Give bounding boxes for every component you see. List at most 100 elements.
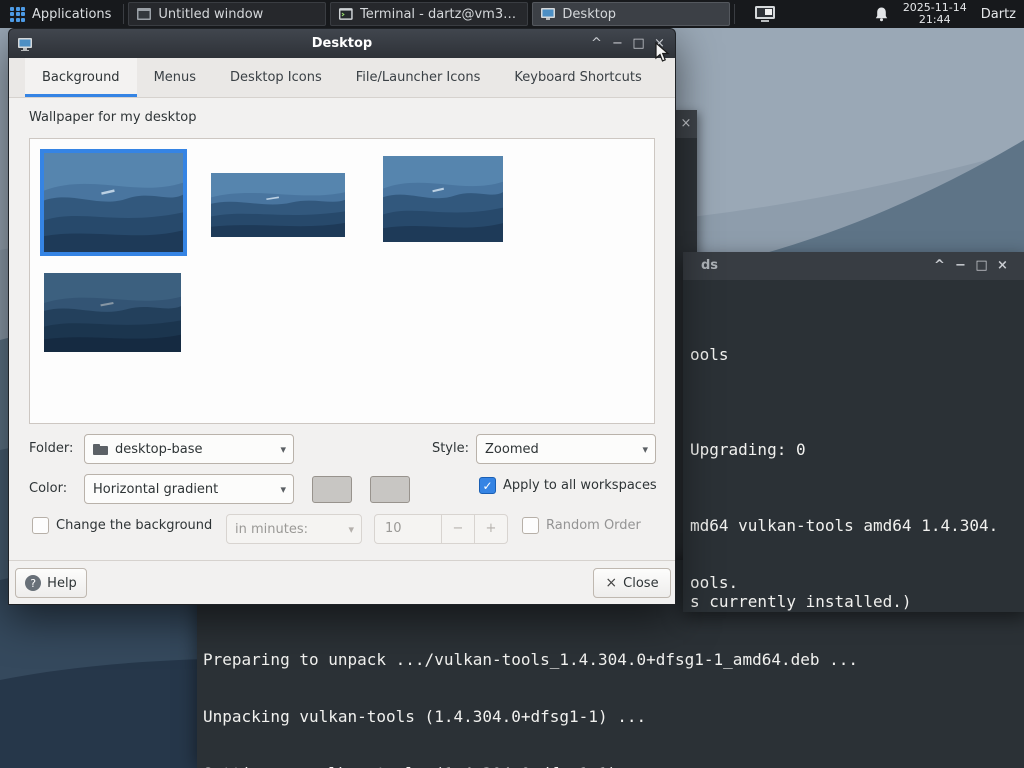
- maximize-icon[interactable]: □: [628, 30, 649, 58]
- apply-all-checkbox[interactable]: ✓: [479, 477, 496, 494]
- apply-all-label: Apply to all workspaces: [503, 478, 657, 493]
- folder-value: desktop-base: [115, 441, 203, 457]
- terminal-titlebar[interactable]: ds ^ − □ ×: [683, 252, 1024, 280]
- apply-all-workspaces-row: ✓ Apply to all workspaces: [479, 477, 657, 494]
- help-icon: ?: [25, 575, 42, 591]
- dialog-tabs: Background Menus Desktop Icons File/Laun…: [9, 58, 675, 98]
- spin-decrement-button[interactable]: −: [441, 515, 474, 543]
- terminal-window-downloads[interactable]: ds ^ − □ × ools Upgrading: 0 md64 vulkan…: [683, 252, 1024, 612]
- terminal-output: Preparing to unpack .../vulkan-tools_1.4…: [203, 612, 858, 768]
- taskbar-label: Terminal - dartz@vm3: ...: [360, 6, 521, 22]
- desktop-settings-dialog: Desktop ^ − □ × Background Menus Desktop…: [8, 28, 676, 605]
- wallpaper-thumbnail[interactable]: [40, 269, 185, 356]
- panel-separator: [123, 4, 125, 24]
- folder-dropdown[interactable]: desktop-base ▾: [84, 434, 294, 464]
- close-icon: ×: [605, 575, 618, 591]
- system-tray: [753, 4, 777, 24]
- chevron-down-icon: ▾: [280, 442, 286, 456]
- minutes-value: 10: [385, 521, 402, 536]
- tab-keyboard-shortcuts[interactable]: Keyboard Shortcuts: [497, 58, 658, 97]
- dialog-title: Desktop: [311, 36, 373, 51]
- tab-menus[interactable]: Menus: [137, 58, 213, 97]
- interval-value: in minutes:: [235, 521, 308, 537]
- wallpaper-preview: [44, 153, 183, 252]
- check-icon: ✓: [482, 478, 493, 493]
- window-icon: [137, 8, 152, 20]
- minimize-icon[interactable]: −: [950, 252, 971, 280]
- color-style-dropdown[interactable]: Horizontal gradient ▾: [84, 474, 294, 504]
- tab-file-launcher-icons[interactable]: File/Launcher Icons: [339, 58, 498, 97]
- taskbar-button-untitled-window[interactable]: Untitled window: [128, 2, 327, 26]
- interval-dropdown[interactable]: in minutes: ▾: [226, 514, 362, 544]
- color-primary-swatch[interactable]: [312, 476, 352, 503]
- panel-separator: [734, 4, 736, 24]
- folder-icon: [93, 443, 108, 455]
- terminal-title: ds: [701, 258, 719, 273]
- close-icon[interactable]: ×: [992, 252, 1013, 280]
- change-background-checkbox[interactable]: [32, 517, 49, 534]
- terminal-line: Preparing to unpack .../vulkan-tools_1.4…: [203, 650, 859, 669]
- clock[interactable]: 2025-11-14 21:44: [903, 2, 967, 26]
- random-order-label: Random Order: [546, 518, 641, 533]
- mouse-cursor: [655, 42, 670, 62]
- close-button[interactable]: × Close: [593, 568, 671, 598]
- display-tray-icon[interactable]: [753, 4, 777, 24]
- minutes-spinbox[interactable]: 10 − +: [374, 514, 508, 544]
- wallpaper-preview: [44, 273, 181, 352]
- wallpaper-thumbnail-selected[interactable]: [40, 149, 187, 256]
- spin-increment-button[interactable]: +: [474, 515, 507, 543]
- clock-time: 21:44: [918, 13, 951, 26]
- taskbar-button-terminal[interactable]: Terminal - dartz@vm3: ...: [330, 2, 529, 26]
- wallpaper-preview: [383, 156, 503, 242]
- taskbar-label: Untitled window: [158, 6, 264, 22]
- chevron-down-icon: ▾: [642, 442, 648, 456]
- desktop-icon: [541, 8, 556, 20]
- footer-separator: [9, 560, 675, 561]
- terminal-line: ools: [690, 345, 729, 364]
- taskbar-label: Desktop: [562, 6, 617, 22]
- wallpaper-thumbnail[interactable]: [207, 169, 349, 241]
- wallpaper-thumbnail[interactable]: [379, 152, 507, 246]
- applications-menu-button[interactable]: Applications: [0, 0, 121, 28]
- random-order-row: Random Order: [522, 517, 641, 534]
- change-background-row: Change the background: [32, 517, 212, 534]
- change-background-label: Change the background: [56, 518, 213, 533]
- terminal-line: s currently installed.): [690, 592, 912, 611]
- random-order-checkbox[interactable]: [522, 517, 539, 534]
- color-label: Color:: [29, 481, 68, 496]
- desktop-window-icon: [18, 37, 32, 51]
- color-style-value: Horizontal gradient: [93, 481, 219, 497]
- close-label: Close: [623, 575, 659, 591]
- color-secondary-swatch[interactable]: [370, 476, 410, 503]
- dialog-titlebar[interactable]: Desktop ^ − □ ×: [8, 28, 676, 58]
- style-label: Style:: [431, 441, 469, 456]
- help-label: Help: [47, 575, 77, 591]
- wallpaper-list: [29, 138, 655, 424]
- minimize-icon[interactable]: −: [607, 30, 628, 58]
- top-panel: Applications Untitled window Terminal - …: [0, 0, 1024, 28]
- maximize-icon[interactable]: □: [971, 252, 992, 280]
- applications-icon: [10, 6, 25, 22]
- shade-icon[interactable]: ^: [929, 252, 950, 280]
- chevron-down-icon: ▾: [348, 522, 354, 536]
- terminal-line: ools.: [690, 573, 739, 592]
- dialog-body: Background Menus Desktop Icons File/Laun…: [8, 58, 676, 605]
- close-icon[interactable]: ×: [675, 110, 697, 138]
- style-dropdown[interactable]: Zoomed ▾: [476, 434, 656, 464]
- terminal-line: Setting up vulkan-tools (1.4.304.0+dfsg1…: [203, 764, 858, 768]
- applications-label: Applications: [32, 6, 112, 22]
- style-value: Zoomed: [485, 441, 539, 457]
- taskbar-button-desktop[interactable]: Desktop: [532, 2, 731, 26]
- terminal-line: Upgrading: 0: [690, 440, 806, 459]
- tab-background[interactable]: Background: [25, 58, 137, 97]
- wallpaper-section-label: Wallpaper for my desktop: [29, 110, 197, 125]
- panel-right-cluster: 2025-11-14 21:44 Dartz: [874, 2, 1024, 26]
- help-button[interactable]: ? Help: [15, 568, 87, 598]
- shade-icon[interactable]: ^: [586, 30, 607, 58]
- terminal-line: md64 vulkan-tools amd64 1.4.304.: [690, 516, 999, 535]
- folder-label: Folder:: [29, 441, 74, 456]
- terminal-icon: [339, 8, 354, 20]
- tab-desktop-icons[interactable]: Desktop Icons: [213, 58, 339, 97]
- notification-bell-icon[interactable]: [874, 6, 889, 22]
- chevron-down-icon: ▾: [280, 482, 286, 496]
